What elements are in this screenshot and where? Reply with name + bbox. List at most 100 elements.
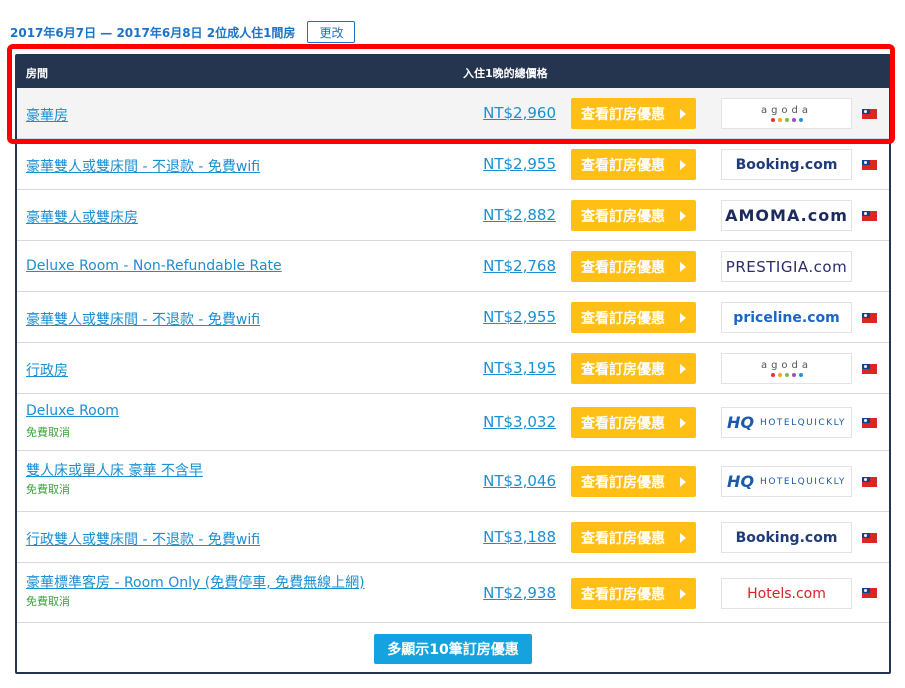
view-deal-button[interactable]: 查看訂房優惠 — [571, 407, 696, 438]
provider-name: AMOMA.com — [725, 206, 848, 225]
arrow-right-icon — [680, 313, 686, 323]
price-link[interactable]: NT$3,195 — [483, 359, 556, 377]
tw-flag-icon — [862, 418, 877, 428]
agoda-dots-icon — [770, 117, 803, 122]
deal-row: Deluxe Room - Non-Refundable Rate NT$2,76… — [17, 241, 889, 292]
tw-flag-icon — [862, 533, 877, 543]
price-link[interactable]: NT$3,188 — [483, 528, 556, 546]
prestigia-logo[interactable]: PRESTIGIA.com — [721, 251, 852, 282]
view-deal-label: 查看訂房優惠 — [581, 259, 665, 276]
room-deals-panel: 房間 入住1晚的總價格 豪華房 NT$2,960 查看訂房優惠 agoda 豪華雙人或雙… — [15, 54, 891, 674]
arrow-right-icon — [680, 418, 686, 428]
room-name-link[interactable]: 雙人床或單人床 豪華 不含早 — [26, 460, 203, 480]
price-link[interactable]: NT$2,938 — [483, 584, 556, 602]
price-link[interactable]: NT$3,032 — [483, 413, 556, 431]
free-cancellation-label: 免費取消 — [26, 595, 70, 608]
amoma-logo[interactable]: AMOMA.com — [721, 200, 852, 231]
deal-row: 豪華標準客房 - Room Only (免費停車, 免費無線上網) 免費取消 NT$… — [17, 563, 889, 623]
view-deal-label: 查看訂房優惠 — [581, 361, 665, 378]
booking-logo[interactable]: Booking.com — [721, 522, 852, 553]
arrow-right-icon — [680, 211, 686, 221]
price-link[interactable]: NT$2,882 — [483, 206, 556, 224]
view-deal-label: 查看訂房優惠 — [581, 415, 665, 432]
provider-name: agoda — [760, 104, 813, 116]
view-deal-label: 查看訂房優惠 — [581, 530, 665, 547]
deal-row: 豪華房 NT$2,960 查看訂房優惠 agoda — [17, 88, 889, 139]
change-search-button[interactable]: 更改 — [307, 21, 356, 43]
provider-name: Booking.com — [735, 156, 838, 173]
stay-dates-summary: 2017年6月7日 — 2017年6月8日 2位成人住1間房 — [10, 25, 296, 40]
priceline-logo[interactable]: priceline.com — [721, 302, 852, 333]
price-link[interactable]: NT$2,960 — [483, 104, 556, 122]
show-more-deals-button[interactable]: 多顯示10筆訂房優惠 — [374, 634, 532, 664]
provider-name: agoda — [760, 359, 813, 371]
room-name-link[interactable]: 豪華雙人或雙床房 — [26, 207, 138, 227]
price-link[interactable]: NT$3,046 — [483, 472, 556, 490]
hotels-com-logo[interactable]: Hotels.com — [721, 578, 852, 609]
arrow-right-icon — [680, 477, 686, 487]
tw-flag-icon — [862, 160, 877, 170]
view-deal-button[interactable]: 查看訂房優惠 — [571, 522, 696, 553]
view-deal-label: 查看訂房優惠 — [581, 106, 665, 123]
tw-flag-icon — [862, 313, 877, 323]
free-cancellation-label: 免費取消 — [26, 426, 70, 439]
hotelquickly-logo[interactable]: HQ HOTELQUICKLY — [721, 466, 852, 497]
free-cancellation-label: 免費取消 — [26, 483, 70, 496]
arrow-right-icon — [680, 160, 686, 170]
provider-name: Booking.com — [735, 529, 838, 546]
search-summary-bar: 2017年6月7日 — 2017年6月8日 2位成人住1間房 更改 — [10, 21, 356, 43]
view-deal-button[interactable]: 查看訂房優惠 — [571, 353, 696, 384]
view-deal-button[interactable]: 查看訂房優惠 — [571, 149, 696, 180]
arrow-right-icon — [680, 262, 686, 272]
agoda-logo[interactable]: agoda — [721, 98, 852, 129]
hotelquickly-logo[interactable]: HQ HOTELQUICKLY — [721, 407, 852, 438]
provider-name: Hotels.com — [747, 585, 826, 602]
deal-row: 豪華雙人或雙床間 - 不退款 - 免費wifi NT$2,955 查看訂房優惠 Boo… — [17, 139, 889, 190]
hq-mark-icon: HQ — [727, 472, 755, 491]
hq-mark-icon: HQ — [727, 413, 755, 432]
room-name-link[interactable]: 豪華房 — [26, 105, 68, 125]
view-deal-button[interactable]: 查看訂房優惠 — [571, 200, 696, 231]
column-header-room: 房間 — [26, 67, 48, 80]
arrow-right-icon — [680, 533, 686, 543]
tw-flag-icon — [862, 588, 877, 598]
tw-flag-icon — [862, 109, 877, 119]
provider-name: HOTELQUICKLY — [760, 417, 846, 428]
view-deal-button[interactable]: 查看訂房優惠 — [571, 466, 696, 497]
view-deal-label: 查看訂房優惠 — [581, 474, 665, 491]
tw-flag-icon — [862, 477, 877, 487]
room-name-link[interactable]: Deluxe Room — [26, 403, 119, 419]
booking-logo[interactable]: Booking.com — [721, 149, 852, 180]
price-link[interactable]: NT$2,768 — [483, 257, 556, 275]
view-deal-button[interactable]: 查看訂房優惠 — [571, 98, 696, 129]
view-deal-label: 查看訂房優惠 — [581, 310, 665, 327]
room-name-link[interactable]: Deluxe Room - Non-Refundable Rate — [26, 258, 282, 274]
tw-flag-icon — [862, 364, 877, 374]
price-link[interactable]: NT$2,955 — [483, 155, 556, 173]
provider-name: priceline.com — [733, 309, 840, 326]
deal-row: 雙人床或單人床 豪華 不含早免費取消 NT$3,046 查看訂房優惠 HQ HOTELQ… — [17, 451, 889, 512]
table-header: 房間 入住1晚的總價格 — [15, 54, 891, 88]
deal-row: 豪華雙人或雙床房 NT$2,882 查看訂房優惠 AMOMA.com — [17, 190, 889, 241]
view-deal-button[interactable]: 查看訂房優惠 — [571, 251, 696, 282]
agoda-logo[interactable]: agoda — [721, 353, 852, 384]
room-name-link[interactable]: 豪華雙人或雙床間 - 不退款 - 免費wifi — [26, 309, 260, 329]
arrow-right-icon — [680, 589, 686, 599]
provider-name: PRESTIGIA.com — [725, 257, 848, 276]
deal-row: 行政房 NT$3,195 查看訂房優惠 agoda — [17, 343, 889, 394]
view-deal-label: 查看訂房優惠 — [581, 208, 665, 225]
provider-name: HOTELQUICKLY — [760, 476, 846, 487]
view-deal-button[interactable]: 查看訂房優惠 — [571, 578, 696, 609]
room-name-link[interactable]: 行政雙人或雙床間 - 不退款 - 免費wifi — [26, 529, 260, 549]
view-deal-label: 查看訂房優惠 — [581, 586, 665, 603]
price-link[interactable]: NT$2,955 — [483, 308, 556, 326]
view-deal-label: 查看訂房優惠 — [581, 157, 665, 174]
arrow-right-icon — [680, 364, 686, 374]
deal-row: 豪華雙人或雙床間 - 不退款 - 免費wifi NT$2,955 查看訂房優惠 pri… — [17, 292, 889, 343]
column-header-price: 入住1晚的總價格 — [463, 67, 548, 80]
deal-row: Deluxe Room 免費取消 NT$3,032 查看訂房優惠 HQ HOTELQUIC… — [17, 394, 889, 451]
room-name-link[interactable]: 豪華雙人或雙床間 - 不退款 - 免費wifi — [26, 156, 260, 176]
room-name-link[interactable]: 豪華標準客房 - Room Only (免費停車, 免費無線上網) — [26, 572, 365, 592]
room-name-link[interactable]: 行政房 — [26, 360, 68, 380]
view-deal-button[interactable]: 查看訂房優惠 — [571, 302, 696, 333]
